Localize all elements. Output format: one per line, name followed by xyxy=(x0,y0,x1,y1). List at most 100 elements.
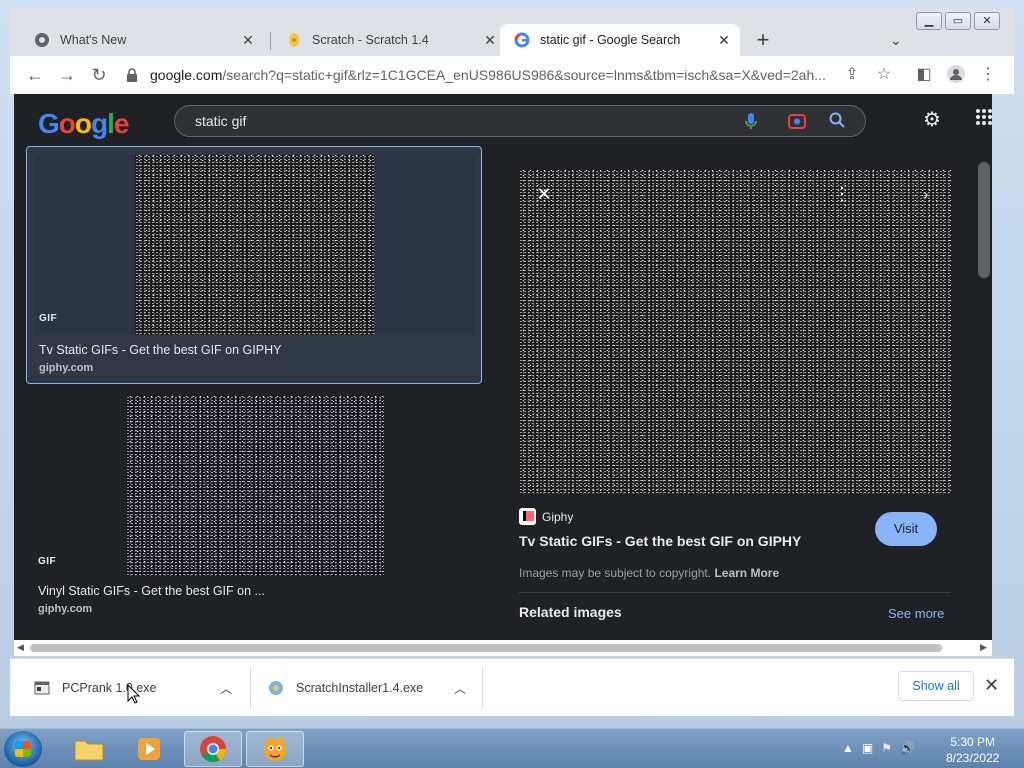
divider xyxy=(519,592,951,593)
search-box[interactable]: static gif xyxy=(174,105,866,137)
microphone-icon[interactable] xyxy=(741,112,761,132)
close-tab-icon[interactable]: ✕ xyxy=(240,32,256,48)
system-tray: ▲ ▣ ⚑ 🔊 xyxy=(842,741,915,755)
new-tab-button[interactable]: + xyxy=(752,29,774,52)
close-icon[interactable]: ✕ xyxy=(532,182,556,206)
image-result-card[interactable]: GIF Vinyl Static GIFs - Get the best GIF… xyxy=(26,396,482,626)
giphy-icon xyxy=(519,508,536,525)
scroll-right-arrow-icon[interactable]: ▶ xyxy=(980,642,987,653)
google-icon xyxy=(514,32,530,48)
back-arrow-icon[interactable]: ← xyxy=(24,64,46,86)
browser-toolbar: ← → ↻ google.com/search?q=static+gif&rlz… xyxy=(10,56,1014,94)
next-arrow-icon[interactable]: › xyxy=(914,182,938,206)
url-text: google.com/search?q=static+gif&rlz=1C1GC… xyxy=(150,67,830,83)
window-controls: ▁ ▭ ✕ xyxy=(913,12,1000,30)
media-player-icon xyxy=(138,738,160,760)
apps-grid-icon[interactable] xyxy=(972,108,992,132)
tab-search-chevron-icon[interactable]: ⌄ xyxy=(890,32,902,49)
share-icon[interactable]: ⇪ xyxy=(842,65,862,85)
chevron-up-icon[interactable]: ︿ xyxy=(454,680,466,697)
result-source[interactable]: giphy.com xyxy=(39,362,93,374)
profile-avatar-icon[interactable] xyxy=(946,65,966,85)
bookmark-star-icon[interactable]: ☆ xyxy=(874,65,894,85)
scrollbar-thumb[interactable] xyxy=(30,644,942,652)
chrome-taskbar-button[interactable] xyxy=(184,731,242,767)
tab-scratch[interactable]: Scratch - Scratch 1.4 ✕ xyxy=(272,24,506,56)
visit-button[interactable]: Visit xyxy=(875,512,937,546)
image-results-list: GIF Tv Static GIFs - Get the best GIF on… xyxy=(14,146,492,640)
action-center-flag-icon[interactable]: ⚑ xyxy=(881,741,892,755)
preview-static-image[interactable] xyxy=(519,170,951,494)
learn-more-link[interactable]: Learn More xyxy=(714,566,779,580)
result-title[interactable]: Vinyl Static GIFs - Get the best GIF on … xyxy=(38,584,265,598)
show-hidden-icons-icon[interactable]: ▲ xyxy=(842,741,854,755)
preview-source[interactable]: Giphy xyxy=(519,508,573,525)
result-source[interactable]: giphy.com xyxy=(38,603,92,615)
divider xyxy=(482,667,483,709)
exe-file-icon xyxy=(34,680,50,696)
minimize-button[interactable]: ▁ xyxy=(916,12,942,30)
static-noise-thumbnail[interactable] xyxy=(135,155,375,335)
chrome-icon xyxy=(34,32,50,48)
image-preview-panel: ✕ ⋮ › Giphy Tv Static GIFs - Get the bes… xyxy=(496,146,976,640)
close-tab-icon[interactable]: ✕ xyxy=(716,32,732,48)
chevron-up-icon[interactable]: ︿ xyxy=(220,680,232,697)
result-title[interactable]: Tv Static GIFs - Get the best GIF on GIP… xyxy=(39,343,281,357)
tab-title: static gif - Google Search xyxy=(540,33,681,47)
more-options-icon[interactable]: ⋮ xyxy=(830,182,854,206)
see-more-link[interactable]: See more xyxy=(888,606,944,621)
clock-date: 8/23/2022 xyxy=(946,751,1000,765)
tab-google-search[interactable]: static gif - Google Search ✕ xyxy=(500,24,740,56)
url-host: google.com xyxy=(150,67,223,83)
folder-icon xyxy=(74,740,104,761)
media-player-taskbar-button[interactable] xyxy=(120,731,178,767)
copyright-text: Images may be subject to copyright. xyxy=(519,566,712,580)
close-icon[interactable]: ✕ xyxy=(984,675,999,696)
static-noise-thumbnail[interactable] xyxy=(126,396,384,576)
file-explorer-taskbar-button[interactable] xyxy=(60,731,118,767)
image-result-card[interactable]: GIF Tv Static GIFs - Get the best GIF on… xyxy=(26,146,482,384)
preview-scrollbar-thumb[interactable] xyxy=(978,162,990,278)
maximize-button[interactable]: ▭ xyxy=(945,12,971,30)
close-tab-icon[interactable]: ✕ xyxy=(482,32,498,48)
google-logo[interactable]: Google xyxy=(38,108,129,140)
more-menu-icon[interactable]: ⋮ xyxy=(978,65,998,85)
download-filename: ScratchInstaller1.4.exe xyxy=(296,681,424,695)
tab-separator xyxy=(270,32,271,50)
scratch-taskbar-button[interactable] xyxy=(246,731,304,767)
scroll-left-arrow-icon[interactable]: ◀ xyxy=(17,642,24,653)
download-filename: PCPrank 1.0.exe xyxy=(62,681,157,695)
installer-icon xyxy=(268,680,284,696)
tab-whats-new[interactable]: What's New ✕ xyxy=(20,24,264,56)
network-icon[interactable]: ▣ xyxy=(862,741,873,755)
clock-time: 5:30 PM xyxy=(950,735,996,749)
show-all-button[interactable]: Show all xyxy=(898,671,974,701)
copyright-notice: Images may be subject to copyright. Lear… xyxy=(519,566,779,580)
search-icon[interactable] xyxy=(827,112,847,132)
system-clock[interactable]: 5:30 PM 8/23/2022 xyxy=(946,734,999,766)
search-input[interactable]: static gif xyxy=(195,113,246,129)
chrome-icon xyxy=(200,736,227,763)
gif-badge: GIF xyxy=(39,313,58,324)
lock-icon xyxy=(126,68,140,82)
tab-title: Scratch - Scratch 1.4 xyxy=(312,33,429,47)
scratch-icon xyxy=(286,32,302,48)
reload-icon[interactable]: ↻ xyxy=(88,64,110,86)
source-name: Giphy xyxy=(542,509,574,524)
camera-lens-icon[interactable] xyxy=(787,112,807,132)
url-path: /search?q=static+gif&rlz=1C1GCEA_enUS986… xyxy=(222,67,826,83)
volume-icon[interactable]: 🔊 xyxy=(900,741,915,755)
download-shelf: PCPrank 1.0.exe ︿ ScratchInstaller1.4.ex… xyxy=(10,658,1014,716)
related-images-heading: Related images xyxy=(519,604,622,620)
address-bar[interactable]: google.com/search?q=static+gif&rlz=1C1GC… xyxy=(122,59,842,91)
preview-title[interactable]: Tv Static GIFs - Get the best GIF on GIP… xyxy=(519,533,801,549)
horizontal-scrollbar[interactable]: ◀ ▶ xyxy=(14,640,992,656)
close-window-button[interactable]: ✕ xyxy=(974,12,1000,30)
taskbar: ▲ ▣ ⚑ 🔊 5:30 PM 8/23/2022 xyxy=(0,728,1024,768)
side-panel-icon[interactable]: ◧ xyxy=(914,65,934,85)
start-button[interactable] xyxy=(4,731,42,767)
gif-badge: GIF xyxy=(38,556,57,567)
forward-arrow-icon[interactable]: → xyxy=(56,64,78,86)
gear-icon[interactable]: ⚙ xyxy=(920,108,944,132)
download-item[interactable]: ScratchInstaller1.4.exe ︿ xyxy=(268,659,480,717)
